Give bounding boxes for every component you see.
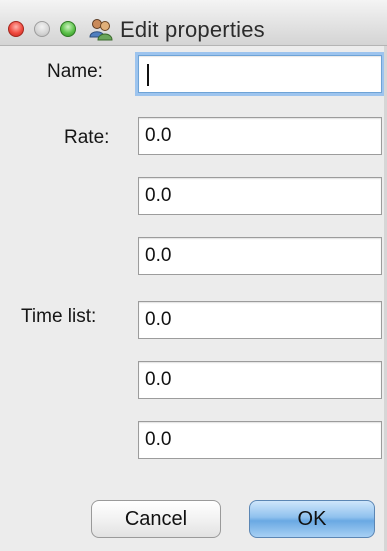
rate-label: Rate: [64, 127, 110, 148]
ok-button[interactable]: OK [249, 500, 375, 538]
rate-field-2[interactable] [138, 177, 382, 215]
window-title: Edit properties [120, 17, 265, 42]
cancel-button[interactable]: Cancel [91, 500, 221, 538]
rate-field-1[interactable] [138, 117, 382, 155]
edit-properties-window: Edit properties Name: Rate: Time list: C… [0, 0, 387, 551]
name-label: Name: [47, 61, 103, 82]
time-list-field-3[interactable] [138, 421, 382, 459]
zoom-icon[interactable] [60, 21, 76, 37]
minimize-icon[interactable] [34, 21, 50, 37]
rate-field-3[interactable] [138, 237, 382, 275]
time-list-field-1[interactable] [138, 301, 382, 339]
title-bar[interactable]: Edit properties [0, 0, 387, 46]
time-list-label: Time list: [21, 306, 97, 327]
name-field[interactable] [138, 55, 382, 93]
users-icon [89, 19, 113, 41]
close-icon[interactable] [8, 21, 24, 37]
time-list-field-2[interactable] [138, 361, 382, 399]
text-caret [147, 64, 149, 86]
